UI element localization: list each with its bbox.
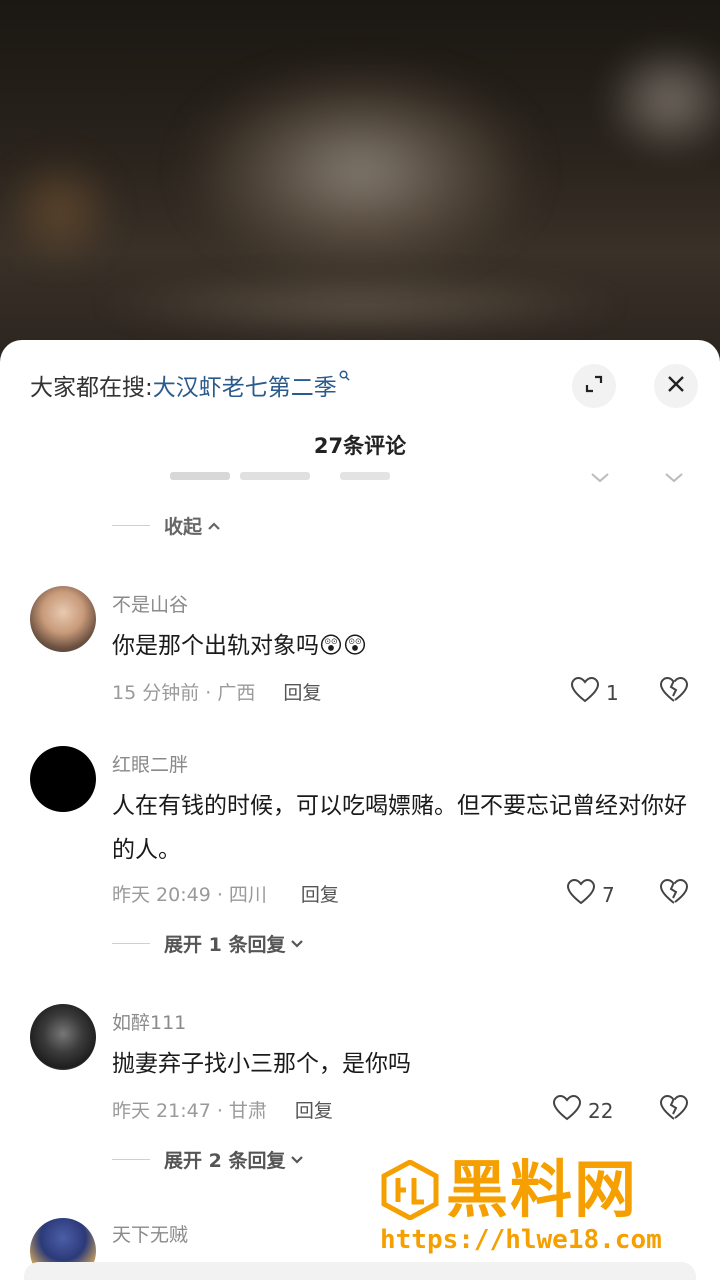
comment-text: 抛妻弃子找小三那个，是你吗 [112,1051,411,1077]
reply-button[interactable]: 回复 [283,678,321,705]
dislike-button[interactable] [658,1094,690,1126]
collapse-replies-button[interactable]: 收起 [112,512,222,539]
trending-search-query[interactable]: 大汉虾老七第二季 [153,368,337,402]
like-count: 7 [602,882,615,907]
expand-replies-label: 展开 1 条回复 [164,934,286,956]
expand-replies-button[interactable]: 展开 2 条回复 [112,1146,305,1173]
search-icon [339,369,350,385]
comment-username[interactable]: 天下无贼 [112,1220,188,1247]
expand-button[interactable] [572,364,616,408]
watermark: 黑料网 https://hlwe18.com [380,1155,710,1265]
comment-time-location: 昨天 20:49 · 四川 [112,884,267,906]
comment-count-title: 27条评论 [313,434,407,458]
comment-text: 你是那个出轨对象吗😲😲 [112,633,367,659]
avatar[interactable] [30,746,96,812]
comment-time-location: 昨天 21:47 · 甘肃 [112,1100,267,1122]
chevron-down-icon [289,1149,305,1171]
comment-username[interactable]: 红眼二胖 [112,750,188,777]
chevron-up-icon [206,515,222,537]
clipped-reply-row [0,470,720,490]
close-icon [666,374,686,398]
comment-meta: 昨天 20:49 · 四川 回复 [112,880,339,907]
watermark-logo-icon [380,1159,440,1221]
comment-text: 人在有钱的时候，可以吃喝嫖赌。但不要忘记曾经对你好的人。 [112,793,687,863]
close-button[interactable] [654,364,698,408]
comment-meta: 昨天 21:47 · 甘肃 回复 [112,1096,333,1123]
dislike-button[interactable] [658,676,690,708]
expand-replies-label: 展开 2 条回复 [164,1150,286,1172]
expand-icon [583,373,605,399]
dislike-button[interactable] [658,878,690,910]
collapse-label: 收起 [164,516,203,538]
comment-username[interactable]: 如醉111 [112,1008,186,1035]
chevron-down-icon [289,933,305,955]
watermark-url: https://hlwe18.com [380,1225,662,1255]
reply-button[interactable]: 回复 [295,1096,333,1123]
comment-meta: 15 分钟前 · 广西 回复 [112,678,321,705]
comment-time-location: 15 分钟前 · 广西 [112,682,256,704]
heart-icon [570,676,606,709]
comment-username[interactable]: 不是山谷 [112,590,188,617]
video-background [0,0,720,360]
broken-heart-icon [658,676,690,708]
like-count: 22 [588,1098,614,1123]
expand-replies-button[interactable]: 展开 1 条回复 [112,930,305,957]
avatar[interactable] [30,1004,96,1070]
comment-sheet: 大家都在搜: 大汉虾老七第二季 27条评论 收起 不是山谷 你是那个出轨对象吗😲… [0,340,720,1280]
trending-search-prefix: 大家都在搜: [30,375,153,401]
like-count: 1 [606,680,619,705]
broken-heart-icon [658,878,690,910]
avatar[interactable] [30,586,96,652]
broken-heart-icon [658,1094,690,1126]
like-button[interactable]: 7 [566,878,615,911]
heart-icon [566,878,602,911]
like-button[interactable]: 22 [552,1094,613,1127]
trending-search[interactable]: 大家都在搜: 大汉虾老七第二季 [30,368,350,402]
watermark-text: 黑料网 [446,1153,639,1226]
heart-icon [552,1094,588,1127]
reply-button[interactable]: 回复 [301,880,339,907]
like-button[interactable]: 1 [570,676,619,709]
